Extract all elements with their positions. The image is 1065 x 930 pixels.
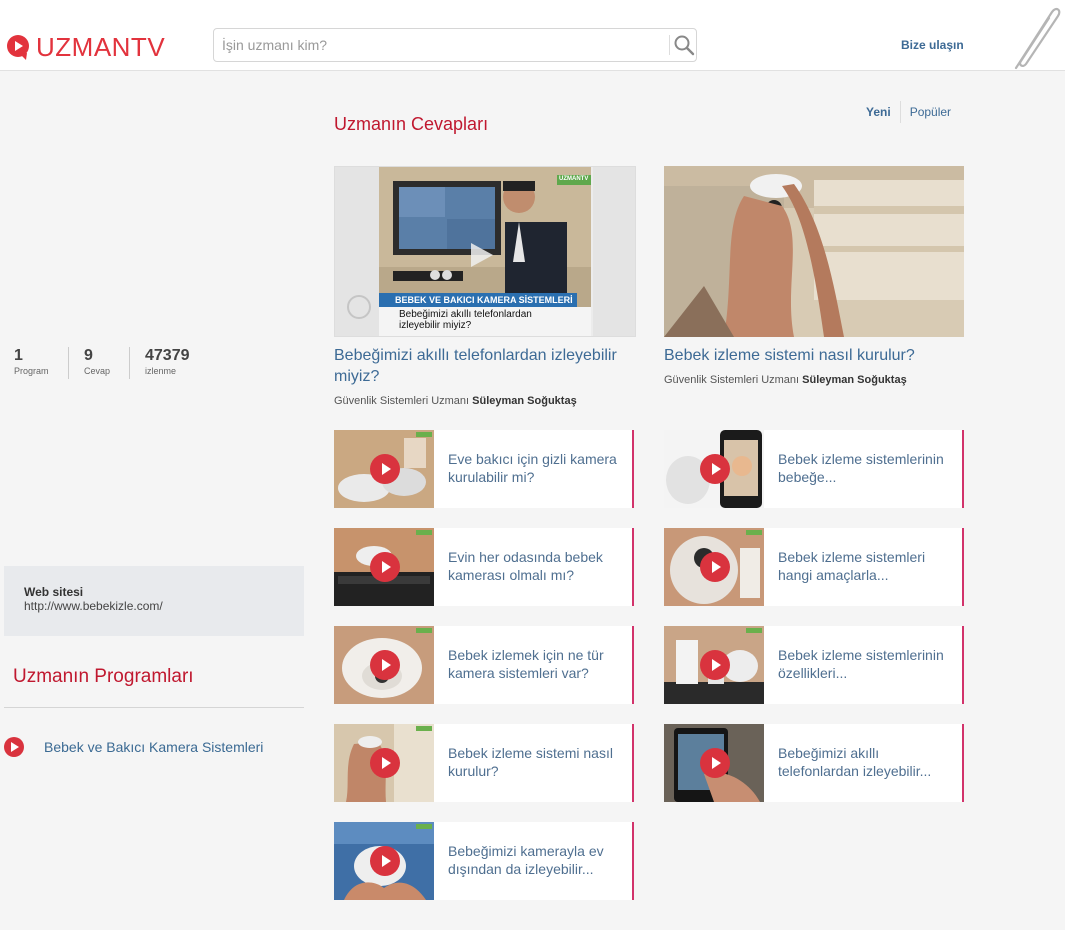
search-box [213,28,697,62]
featured-banner-subtitle: Bebeğimizi akıllı telefonlardan izleyebi… [399,309,532,331]
video-title[interactable]: Bebeğimizi kamerayla ev dışından da izle… [448,842,628,878]
stat-value: 9 [84,347,93,364]
stat-views: 47379 izlenme [129,347,199,379]
search-icon[interactable] [673,34,695,56]
answers-title: Uzmanın Cevapları [334,114,489,134]
site-header: UZMANTV Bize ulaşın [0,22,1065,71]
play-icon [4,737,24,757]
video-title[interactable]: Bebek izleme sistemlerinin özellikleri..… [778,646,958,682]
channel-badge [416,628,432,633]
video-card[interactable]: Bebeğimizi kamerayla ev dışından da izle… [334,822,634,900]
play-icon[interactable] [370,552,400,582]
featured-video-2[interactable]: Bebek izleme sistemi nasıl kurulur? Güve… [664,166,964,386]
website-box: Web sitesi http://www.bebekizle.com/ [4,566,304,636]
top-strip [0,0,1065,22]
featured-meta: Güvenlik Sistemleri Uzmanı Süleyman Soğu… [334,395,636,407]
play-icon[interactable] [370,650,400,680]
video-card[interactable]: Evin her odasında bebek kamerası olmalı … [334,528,634,606]
play-icon[interactable] [370,748,400,778]
video-thumbnail[interactable] [334,626,434,704]
website-url[interactable]: http://www.bebekizle.com/ [24,599,304,614]
video-card[interactable]: Eve bakıcı için gizli kamera kurulabilir… [334,430,634,508]
website-label: Web sitesi [24,585,84,599]
search-input[interactable] [222,35,662,55]
video-card[interactable]: Bebek izleme sistemlerinin bebeğe... [664,430,964,508]
stat-value: 47379 [145,347,190,364]
logo-text: UZMANTV [36,32,166,62]
logo[interactable]: UZMANTV [6,32,166,62]
play-icon[interactable] [700,748,730,778]
video-card[interactable]: Bebek izleme sistemleri hangi amaçlarla.… [664,528,964,606]
video-thumbnail[interactable] [334,430,434,508]
expert-role: Güvenlik Sistemleri Uzmanı [664,374,800,386]
stat-label: izlenme [145,366,177,376]
programs-divider [4,707,304,708]
program-item[interactable]: Bebek ve Bakıcı Kamera Sistemleri [4,737,263,757]
video-thumbnail[interactable] [334,724,434,802]
channel-logo: UZMANTV [559,176,589,182]
expert-name[interactable]: Süleyman Soğuktaş [802,374,907,386]
video-title[interactable]: Bebek izlemek için ne tür kamera sisteml… [448,646,628,682]
sort-tabs: Yeni Popüler [857,101,960,123]
channel-badge [416,530,432,535]
play-icon[interactable] [370,846,400,876]
stat-label: Cevap [84,366,111,376]
video-card[interactable]: Bebeğimizi akıllı telefonlardan izleyebi… [664,724,964,802]
paperclip-icon [1014,7,1061,70]
video-title[interactable]: Bebeğimizi akıllı telefonlardan izleyebi… [778,744,958,780]
video-title[interactable]: Bebek izleme sistemleri hangi amaçlarla.… [778,548,958,584]
video-thumbnail[interactable] [664,430,764,508]
featured-banner-title: BEBEK VE BAKICI KAMERA SİSTEMLERİ [395,295,573,305]
expert-role: Güvenlik Sistemleri Uzmanı [334,395,470,407]
featured-thumbnail[interactable]: BEBEK VE BAKICI KAMERA SİSTEMLERİ Bebeği… [334,166,636,337]
featured-title[interactable]: Bebek izleme sistemi nasıl kurulur? [664,345,964,366]
video-card[interactable]: Bebek izlemek için ne tür kamera sisteml… [334,626,634,704]
featured-title[interactable]: Bebeğimizi akıllı telefonlardan izleyebi… [334,345,636,387]
channel-badge [416,432,432,437]
video-title[interactable]: Bebek izleme sistemlerinin bebeğe... [778,450,958,486]
video-thumbnail[interactable] [334,822,434,900]
channel-badge [746,530,762,535]
channel-badge [416,726,432,731]
video-thumbnail[interactable] [664,528,764,606]
logo-play-icon [7,35,29,60]
play-icon[interactable] [700,454,730,484]
expert-name[interactable]: Süleyman Soğuktaş [472,395,577,407]
contact-link[interactable]: Bize ulaşın [901,38,964,52]
channel-badge [746,628,762,633]
featured-thumbnail[interactable] [664,166,964,337]
play-icon[interactable] [370,454,400,484]
stat-label: Program [14,366,49,376]
expert-stats: 1 Program 9 Cevap 47379 izlenme [8,347,199,379]
video-card[interactable]: Bebek izleme sistemi nasıl kurulur? [334,724,634,802]
featured-video-1[interactable]: BEBEK VE BAKICI KAMERA SİSTEMLERİ Bebeği… [334,166,636,407]
stat-value: 1 [14,347,23,364]
stat-programs: 1 Program [8,347,68,379]
play-icon[interactable] [700,650,730,680]
play-icon[interactable] [700,552,730,582]
video-thumbnail[interactable] [664,626,764,704]
video-thumbnail[interactable] [334,528,434,606]
stat-answers: 9 Cevap [68,347,129,379]
video-card[interactable]: Bebek izleme sistemlerinin özellikleri..… [664,626,964,704]
video-title[interactable]: Evin her odasında bebek kamerası olmalı … [448,548,628,584]
featured-frame-image [664,166,964,337]
tab-new[interactable]: Yeni [857,101,901,123]
program-label[interactable]: Bebek ve Bakıcı Kamera Sistemleri [44,739,263,755]
tab-popular[interactable]: Popüler [901,101,960,123]
featured-meta: Güvenlik Sistemleri Uzmanı Süleyman Soğu… [664,374,964,386]
search-divider [669,35,670,55]
video-title[interactable]: Eve bakıcı için gizli kamera kurulabilir… [448,450,628,486]
video-thumbnail[interactable] [664,724,764,802]
programs-title: Uzmanın Programları [13,666,194,687]
video-title[interactable]: Bebek izleme sistemi nasıl kurulur? [448,744,628,780]
channel-badge [416,824,432,829]
